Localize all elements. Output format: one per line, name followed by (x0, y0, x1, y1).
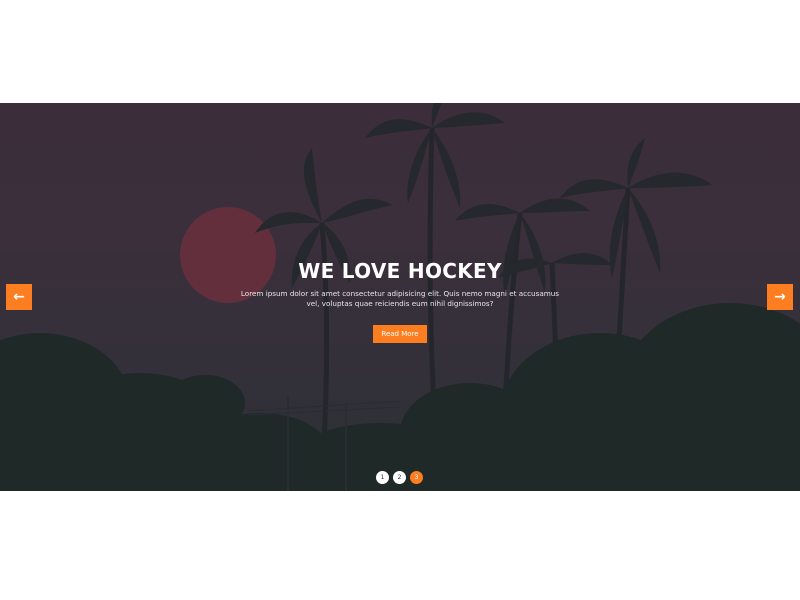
slide-caption: WE LOVE HOCKEY Lorem ipsum dolor sit ame… (200, 259, 600, 343)
arrow-left-icon: ← (13, 289, 25, 305)
next-slide-button[interactable]: → (767, 284, 793, 310)
hero-slider: WE LOVE HOCKEY Lorem ipsum dolor sit ame… (0, 103, 800, 491)
slide-title: WE LOVE HOCKEY (298, 259, 502, 283)
slide-dot-1[interactable]: 1 (376, 471, 389, 484)
slide-pagination: 1 2 3 (376, 471, 423, 484)
prev-slide-button[interactable]: ← (6, 284, 32, 310)
slide-dot-3[interactable]: 3 (410, 471, 423, 484)
slide-dot-2[interactable]: 2 (393, 471, 406, 484)
page: WE LOVE HOCKEY Lorem ipsum dolor sit ame… (0, 0, 800, 600)
read-more-button[interactable]: Read More (373, 325, 427, 343)
arrow-right-icon: → (774, 289, 786, 305)
slide-description: Lorem ipsum dolor sit amet consectetur a… (240, 289, 560, 308)
